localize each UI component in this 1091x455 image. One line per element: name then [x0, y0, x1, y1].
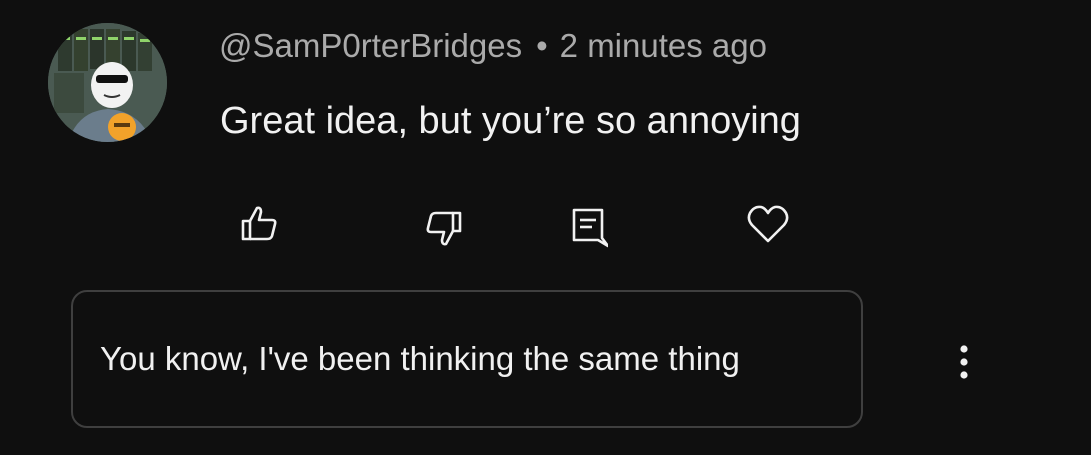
- comment-icon: [572, 208, 608, 248]
- thumbs-down-icon: [426, 211, 462, 246]
- dislike-button[interactable]: [416, 200, 472, 256]
- more-options-button[interactable]: [940, 336, 988, 388]
- comment-thread: @SamP0rterBridges • 2 minutes ago Great id…: [0, 0, 1091, 455]
- comment-text: Great idea, but you’re so annoying: [220, 100, 801, 142]
- avatar[interactable]: [48, 23, 167, 142]
- comment-header: @SamP0rterBridges • 2 minutes ago: [219, 26, 767, 66]
- author-name[interactable]: @SamP0rterBridges: [219, 27, 522, 64]
- heart-button[interactable]: [740, 196, 796, 252]
- like-button[interactable]: [231, 196, 287, 252]
- timestamp[interactable]: 2 minutes ago: [560, 27, 767, 64]
- reply-input[interactable]: You know, I've been thinking the same th…: [71, 290, 863, 428]
- thumbs-up-icon: [241, 206, 277, 241]
- reply-button[interactable]: [560, 198, 616, 254]
- heart-icon: [747, 205, 789, 243]
- reply-text: You know, I've been thinking the same th…: [100, 340, 740, 377]
- avatar-image: [48, 23, 167, 142]
- separator-dot: •: [536, 27, 548, 64]
- more-vertical-icon: [960, 345, 968, 379]
